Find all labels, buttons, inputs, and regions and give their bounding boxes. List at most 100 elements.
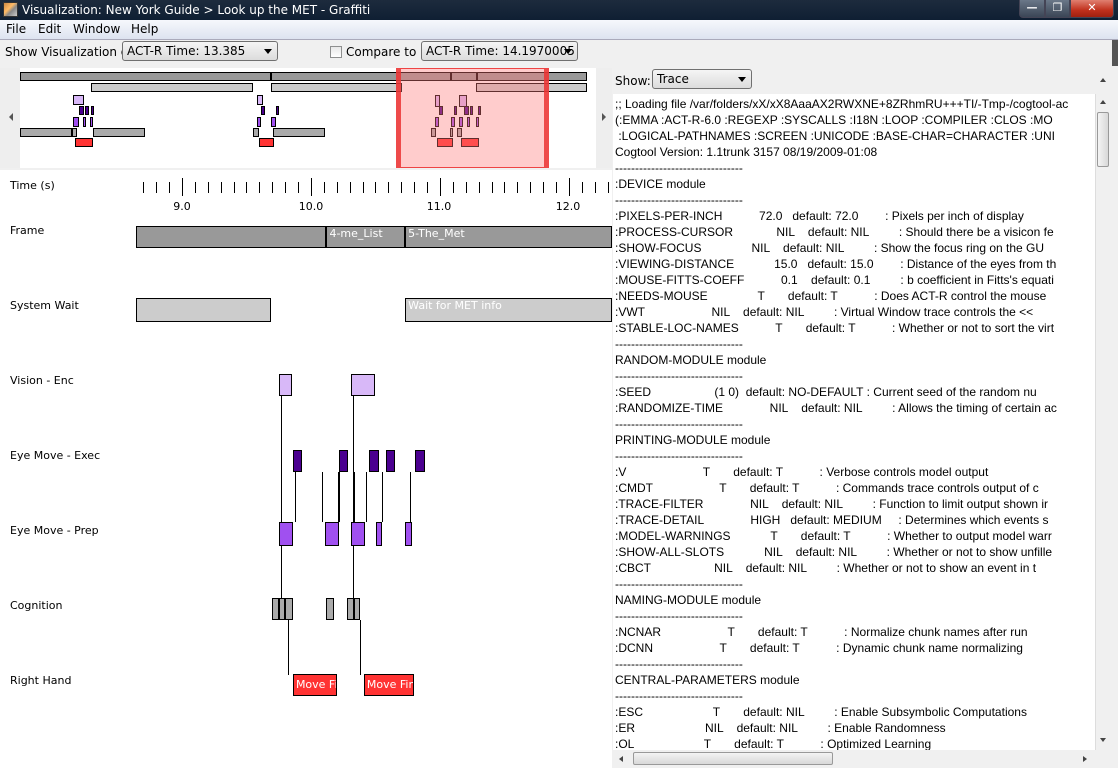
title-bar: Visualization: New York Guide > Look up … [0,0,1118,20]
minor-tick [582,182,583,193]
minor-tick [492,182,493,193]
overview-scroll-right[interactable] [596,68,612,168]
arrow-left-icon [9,113,13,121]
minor-tick [504,182,505,193]
eye-move-exec-bar[interactable] [415,450,425,472]
eye-move-exec-bar[interactable] [292,450,302,472]
compare-select[interactable]: ACT-R Time: 14.1970005 [421,41,578,61]
frame-bar[interactable]: 4-me_List [326,226,406,248]
cognition-bar[interactable] [285,598,293,620]
major-tick [440,178,441,196]
system-wait-bar[interactable]: Wait for MET info [405,298,612,322]
overview-scroll-left[interactable] [0,68,20,168]
right-hand-bar[interactable]: Move Fi [292,674,337,696]
close-button[interactable]: ✕ [1070,0,1114,18]
cognition-bar[interactable] [353,598,360,620]
overview-bar [79,106,84,115]
menu-window[interactable]: Window [73,22,120,37]
minimize-icon: — [1026,1,1038,14]
vision-enc-bar[interactable] [278,374,292,396]
close-icon: ✕ [1087,1,1097,14]
menu-help[interactable]: Help [131,22,158,37]
row-label-vision-enc: Vision - Enc [10,374,74,387]
eye-move-prep-bar[interactable] [350,522,366,546]
minor-tick [195,182,196,193]
dependency-line [410,472,411,522]
arrow-right-icon[interactable] [1083,756,1087,762]
timeline-overview[interactable] [0,68,612,168]
frame-bar[interactable]: 5-The_Met [405,226,612,248]
minor-tick [543,182,544,193]
right-hand-bar[interactable]: Move Fin [363,674,415,696]
restore-icon: ❐ [1052,1,1063,14]
dependency-line [281,396,282,600]
minor-tick [453,182,454,193]
arrow-left-icon[interactable] [619,756,623,762]
menu-file[interactable]: File [6,22,26,37]
show-select-value: Trace [657,72,689,86]
row-label-cognition: Cognition [10,599,63,612]
show-select[interactable]: Trace [652,69,752,89]
dependency-line [339,472,340,522]
overview-bar [85,106,89,115]
eye-move-prep-bar[interactable] [405,522,412,546]
show-visualization-label: Show Visualization of [5,45,133,59]
minor-tick [401,182,402,193]
eye-move-prep-bar[interactable] [375,522,382,546]
overview-selection-window[interactable] [396,68,549,168]
compare-select-value: ACT-R Time: 14.1970005 [426,44,575,58]
minor-tick [479,182,480,193]
minor-tick [530,182,531,193]
eye-move-prep-bar[interactable] [325,522,340,546]
eye-move-exec-bar[interactable] [369,450,380,472]
cognition-bar[interactable] [326,598,335,620]
maximize-button[interactable]: ❐ [1045,0,1070,18]
horizontal-scroll-thumb[interactable] [633,752,833,765]
row-label-frame: Frame [10,224,45,237]
compare-checkbox[interactable] [330,46,342,58]
minor-tick [337,182,338,193]
overview-bar [261,106,265,115]
overview-bar [72,128,77,137]
visualization-select[interactable]: ACT-R Time: 13.385 [122,41,278,61]
minor-tick [414,182,415,193]
overview-bar [271,83,402,92]
major-tick [182,178,183,196]
minimize-button[interactable]: — [1019,0,1045,18]
overview-bar [90,117,93,127]
vision-enc-bar[interactable] [350,374,376,396]
major-tick [569,178,570,196]
eye-move-exec-bar[interactable] [339,450,349,472]
menu-edit[interactable]: Edit [38,22,61,37]
compare-label[interactable]: Compare to [346,44,416,60]
vertical-scroll-thumb[interactable] [1097,112,1109,167]
bar-label: 4-me_List [329,227,383,240]
trace-vertical-scrollbar[interactable] [1095,94,1111,750]
outer-scrollbar[interactable] [1095,66,1110,94]
overview-bar [83,117,86,127]
arrow-down-icon[interactable] [1100,738,1106,742]
dependency-line [354,472,355,522]
chevron-down-icon [738,77,746,82]
tick-label: 11.0 [426,200,452,213]
show-label: Show: [615,74,651,88]
eye-move-exec-bar[interactable] [385,450,395,472]
eye-move-prep-bar[interactable] [278,522,293,546]
minor-tick [234,182,235,193]
minor-tick [298,182,299,193]
bar-label: Move Fin [366,678,414,691]
overview-bar [271,117,276,127]
arrow-up-icon[interactable] [1100,100,1106,104]
frame-bar[interactable] [135,226,327,248]
tick-label: 10.0 [298,200,324,213]
trace-horizontal-scrollbar[interactable] [613,750,1095,768]
trace-text: ;; Loading file /var/folders/xX/xX8AaaAX… [615,97,1069,750]
timeline-chart: Time (s) 9.0 10.0 11.0 12.0 Frame System… [0,170,612,768]
arrow-right-icon [602,113,606,121]
bar-label: 5-The_Met [408,227,465,240]
trace-text-area[interactable]: ;; Loading file /var/folders/xX/xX8AaaAX… [613,94,1095,750]
minor-tick [259,182,260,193]
time-axis-label: Time (s) [10,179,55,192]
system-wait-bar[interactable] [135,298,271,322]
overview-bar [276,106,279,115]
